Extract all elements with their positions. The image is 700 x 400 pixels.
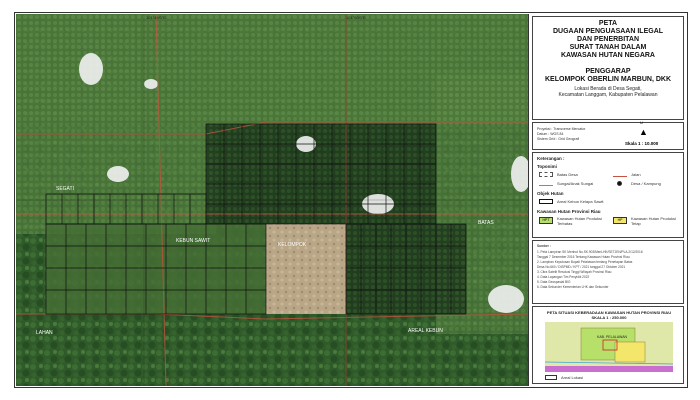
datum-text: Datum : WGS 84 bbox=[537, 132, 564, 136]
inset-place-label: KAB. PELALAWAN bbox=[597, 335, 628, 339]
sungai-swatch bbox=[539, 181, 553, 186]
source-item: Tanggal 7 Desember 2016 Tentang Kawasan … bbox=[537, 255, 630, 259]
source-item: 3. Citra Satelit Resolusi Tinggi Wilayah… bbox=[537, 270, 612, 274]
source-item: 5. Data Geospasial BIG bbox=[537, 280, 571, 284]
dark-block-north bbox=[206, 124, 436, 224]
title-line-4: SURAT TANAH DALAM bbox=[569, 44, 647, 51]
areal-label: Areal Kebun Kelapa Sawit bbox=[557, 199, 604, 204]
areal-swatch bbox=[539, 199, 553, 204]
location-line-2: Kecamatan Langgam, Kabupaten Pelalawan bbox=[558, 92, 658, 98]
north-label: U bbox=[640, 120, 643, 125]
grid-system-text: Sistem Grid : Grid Geografi bbox=[537, 137, 580, 141]
map-label-1: SEGATI bbox=[56, 186, 74, 192]
title-line-6: PENGGARAP bbox=[585, 68, 631, 75]
batas-desa-label: Batas Desa bbox=[557, 172, 578, 177]
keterangan-heading: Keterangan : bbox=[537, 156, 565, 161]
map-label-6: BATAS bbox=[478, 220, 494, 226]
source-item: 2. Lampiran Keputusan Bupati Pelalawan t… bbox=[537, 260, 633, 264]
source-item: 1. Peta Lampiran SK Menhut No.SK.903/Men… bbox=[537, 250, 643, 254]
info-block: Proyeksi : Transverse Mercator Datum : W… bbox=[532, 120, 684, 150]
map-label-3: KELOMPOK bbox=[278, 242, 307, 248]
hpt-swatch: HPT bbox=[539, 217, 553, 224]
cleared-area bbox=[266, 224, 346, 314]
inset-map[interactable]: KAB. PELALAWAN bbox=[545, 322, 673, 372]
hp-label: Kawasan Hutan Produksi Tetap bbox=[631, 216, 676, 226]
inset-map-block: PETA SITUASI KEBERADAAN KAWASAN HUTAN PR… bbox=[532, 306, 684, 384]
jalan-label: Jalan bbox=[631, 172, 641, 177]
title-line-7: KELOMPOK OBERLIN MARBUN, DKK bbox=[545, 76, 671, 83]
toponimi-heading: Toponimi bbox=[537, 164, 557, 169]
inset-legend-label: Areal Lokasi bbox=[561, 375, 584, 380]
map-label-5: AREAL KEBUN bbox=[408, 328, 443, 334]
title-block: PETA DUGAAN PENGUASAAN ILEGAL DAN PENERB… bbox=[532, 16, 684, 120]
sources-heading: Sumber : bbox=[537, 244, 551, 248]
kawasan-heading: Kawasan Hutan Provinsi Riau bbox=[537, 209, 601, 214]
scale-text: Skala 1 : 10.000 bbox=[625, 141, 659, 146]
map-label-2: KEBUN SAWIT bbox=[176, 238, 210, 244]
batas-desa-swatch bbox=[539, 172, 553, 177]
inset-title: PETA SITUASI KEBERADAAN KAWASAN HUTAN PR… bbox=[537, 310, 681, 320]
source-item: Desa No.660 / DISPMD / KPT / 2021 tangga… bbox=[537, 265, 626, 269]
projection-text: Proyeksi : Transverse Mercator bbox=[537, 127, 586, 131]
map-canvas[interactable]: SEGATI KEBUN SAWIT KELOMPOK LAHAN AREAL … bbox=[16, 14, 528, 386]
title-line-1: PETA bbox=[598, 20, 618, 27]
legend-panel: PETA DUGAAN PENGUASAAN ILEGAL DAN PENERB… bbox=[530, 14, 686, 386]
title-line-2: DUGAAN PENGUASAAN ILEGAL bbox=[552, 28, 664, 35]
source-item: 4. Data Lapangan Tim Penyidik 2022 bbox=[537, 275, 590, 279]
inset-title-line-2: SKALA 1 : 250.000 bbox=[591, 315, 627, 320]
objek-heading: Objek Hutan bbox=[537, 191, 564, 196]
tick-top-2: 101°50'0"E bbox=[346, 15, 366, 20]
north-arrow-icon: ▲ bbox=[639, 127, 648, 137]
desa-label: Desa / Kampung bbox=[631, 181, 661, 186]
title-line-5: KAWASAN HUTAN NEGARA bbox=[561, 52, 655, 59]
desa-dot-icon bbox=[617, 181, 622, 186]
legend-keterangan: Keterangan : Toponimi Batas Desa Jalan S… bbox=[532, 152, 684, 238]
sources-block: Sumber : 1. Peta Lampiran SK Menhut No.S… bbox=[532, 240, 684, 304]
tick-top-1: 101°49'0"E bbox=[146, 15, 166, 20]
jalan-swatch bbox=[613, 172, 627, 177]
hp-swatch: HP bbox=[613, 217, 627, 224]
map-label-4: LAHAN bbox=[36, 330, 53, 336]
inset-legend-swatch bbox=[545, 375, 557, 380]
source-item: 6. Data Sekunder Kementerian LHK dan Sek… bbox=[537, 285, 609, 289]
sungai-label: Sungai/Anak Sungai bbox=[557, 181, 594, 186]
hpt-label: Kawasan Hutan Produksi Terbatas bbox=[557, 216, 602, 226]
mid-block-west bbox=[46, 224, 266, 314]
title-line-3: DAN PENERBITAN bbox=[576, 36, 640, 43]
satellite-map[interactable]: SEGATI KEBUN SAWIT KELOMPOK LAHAN AREAL … bbox=[16, 14, 529, 386]
